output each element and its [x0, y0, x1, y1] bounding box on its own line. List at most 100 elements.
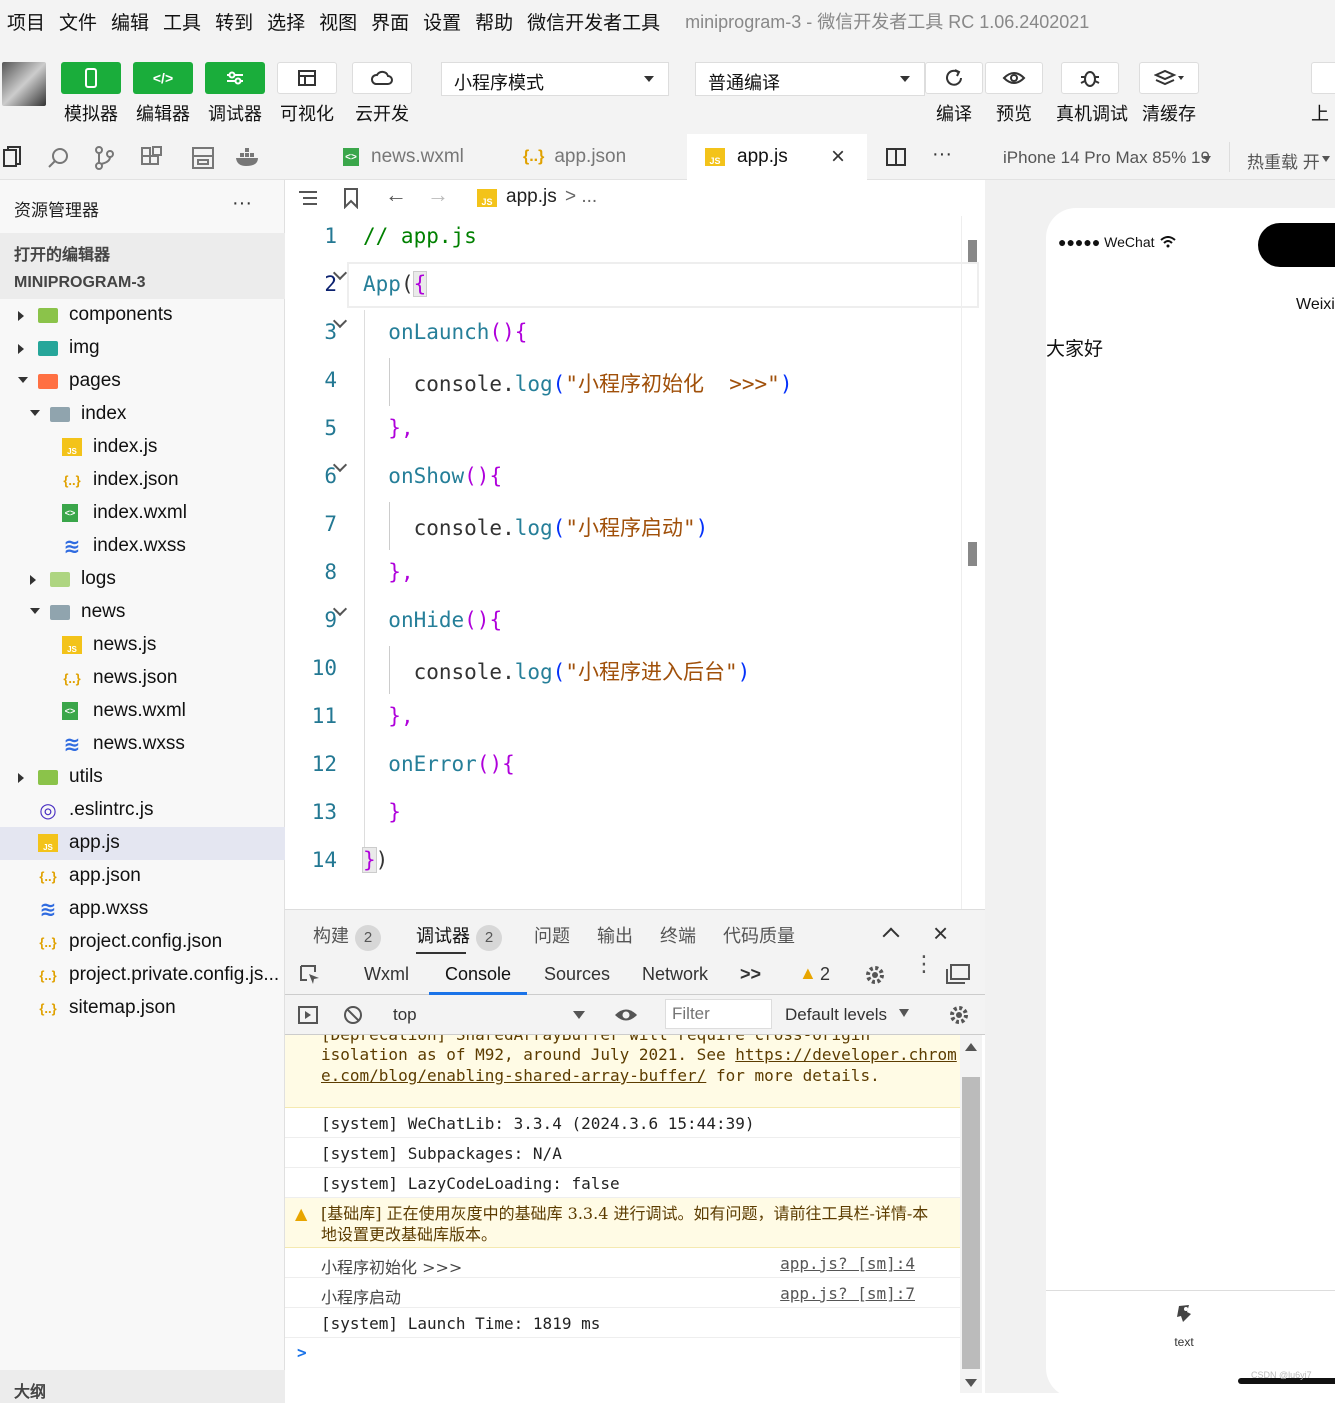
folder-item[interactable]: logs — [0, 563, 285, 596]
scroll-up-icon[interactable] — [965, 1043, 977, 1051]
files-icon[interactable] — [2, 146, 24, 170]
folder-item[interactable]: news — [0, 596, 285, 629]
kebab-menu-icon[interactable]: ⋮ — [913, 953, 935, 975]
file-item[interactable]: ◎ .eslintrc.js — [0, 794, 285, 827]
clear-console-icon[interactable] — [342, 1004, 364, 1026]
file-item[interactable]: {..} project.config.json — [0, 926, 285, 959]
file-item[interactable]: ≋ index.wxss — [0, 530, 285, 563]
file-item[interactable]: ≋ app.wxss — [0, 893, 285, 926]
caret-down-icon[interactable] — [899, 1009, 909, 1017]
log-levels-select[interactable]: Default levels — [785, 1005, 887, 1025]
tab-news-wxml[interactable]: <> news.wxml — [325, 134, 503, 180]
scroll-down-icon[interactable] — [965, 1379, 977, 1387]
open-editors-section[interactable]: 打开的编辑器 — [0, 233, 285, 266]
menu-help[interactable]: 帮助 — [468, 8, 520, 35]
phone-frame[interactable]: ●●●●● WeChat Weixi 大家好 text CSDN @lu6yi7 — [1046, 208, 1335, 1398]
hot-reload-select[interactable]: 热重载 开 — [1247, 148, 1320, 173]
upload-button[interactable] — [1311, 62, 1335, 94]
forward-arrow-icon[interactable]: → — [427, 182, 449, 208]
more-icon[interactable]: ··· — [232, 192, 252, 215]
clear-cache-button[interactable] — [1139, 62, 1199, 94]
sidebar-toggle-icon[interactable] — [297, 1005, 319, 1025]
tab-sources[interactable]: Sources — [544, 964, 610, 985]
tab-app-js[interactable]: JS app.js × — [687, 134, 867, 180]
menu-select[interactable]: 选择 — [260, 8, 312, 35]
menu-devtools[interactable]: 微信开发者工具 — [520, 8, 667, 35]
tab-bar-item[interactable]: text — [1154, 1302, 1214, 1349]
warning-count[interactable]: 2 — [820, 964, 830, 985]
undock-icon[interactable] — [945, 963, 971, 985]
visual-button[interactable] — [277, 62, 337, 94]
debugger-button[interactable] — [205, 62, 265, 94]
tab-network[interactable]: Network — [642, 964, 708, 985]
folder-item[interactable]: utils — [0, 761, 285, 794]
folder-item[interactable]: pages — [0, 365, 285, 398]
editor-button[interactable]: </> — [133, 62, 193, 94]
file-item[interactable]: {..} news.json — [0, 662, 285, 695]
file-item[interactable]: <> index.wxml — [0, 497, 285, 530]
folder-item[interactable]: img — [0, 332, 285, 365]
context-select[interactable]: top — [393, 1005, 417, 1025]
chevron-right-icon[interactable] — [30, 575, 36, 585]
chevron-down-icon[interactable] — [18, 377, 28, 383]
menu-goto[interactable]: 转到 — [208, 8, 260, 35]
file-item[interactable]: {..} index.json — [0, 464, 285, 497]
file-item[interactable]: JS index.js — [0, 431, 285, 464]
chevron-down-icon[interactable] — [30, 608, 40, 614]
console-filter-input[interactable] — [665, 999, 772, 1029]
folder-item[interactable]: index — [0, 398, 285, 431]
file-item[interactable]: {..} project.private.config.js... — [0, 959, 285, 992]
menu-file[interactable]: 文件 — [52, 8, 104, 35]
split-editor-icon[interactable] — [885, 147, 907, 167]
menu-view[interactable]: 视图 — [312, 8, 364, 35]
tab-console[interactable]: Console — [445, 964, 511, 985]
menu-project[interactable]: 项目 — [0, 8, 52, 35]
folder-item[interactable]: components — [0, 299, 285, 332]
file-item[interactable]: JS news.js — [0, 629, 285, 662]
caret-down-icon[interactable] — [573, 1011, 585, 1019]
tab-app-json[interactable]: {..} app.json — [505, 134, 685, 180]
bookmark-icon[interactable] — [343, 187, 359, 209]
chevron-right-icon[interactable] — [18, 773, 24, 783]
console-scrollbar[interactable] — [960, 1035, 982, 1393]
project-section[interactable]: MINIPROGRAM-3 — [0, 266, 285, 299]
tab-build[interactable]: 构建 2 — [313, 922, 381, 951]
inspect-icon[interactable] — [299, 964, 321, 986]
more-icon[interactable]: ··· — [932, 143, 952, 166]
close-icon[interactable]: × — [933, 918, 948, 949]
preview-button[interactable] — [985, 62, 1043, 94]
source-control-icon[interactable] — [93, 146, 115, 170]
compile-select[interactable]: 普通编译 — [695, 62, 925, 96]
close-icon[interactable]: × — [831, 143, 845, 171]
scrollbar-thumb[interactable] — [962, 1077, 980, 1369]
file-item[interactable]: ≋ news.wxss — [0, 728, 285, 761]
chevron-right-icon[interactable] — [18, 311, 24, 321]
extensions-icon[interactable] — [140, 146, 164, 170]
file-item[interactable]: <> news.wxml — [0, 695, 285, 728]
mode-select[interactable]: 小程序模式 — [441, 62, 669, 96]
device-select[interactable]: iPhone 14 Pro Max 85% 19 — [1003, 148, 1210, 168]
code-editor[interactable]: 1 2 3 4 5 6 7 8 9 10 11 12 13 14 // app.js App({ onLa… — [285, 216, 985, 909]
menu-interface[interactable]: 界面 — [364, 8, 416, 35]
chevron-down-icon[interactable] — [30, 410, 40, 416]
console-source-link[interactable]: app.js? [sm]:4 — [780, 1254, 915, 1273]
remote-debug-button[interactable] — [1061, 62, 1119, 94]
search-icon[interactable] — [46, 146, 70, 170]
menu-edit[interactable]: 编辑 — [104, 8, 156, 35]
back-arrow-icon[interactable]: ← — [385, 182, 407, 208]
tab-terminal[interactable]: 终端 — [660, 922, 696, 948]
compile-button[interactable] — [925, 62, 983, 94]
gear-icon[interactable] — [947, 1003, 971, 1027]
simulator-button[interactable] — [61, 62, 121, 94]
chevron-up-icon[interactable] — [882, 927, 900, 945]
breadcrumb-rest[interactable]: > ... — [565, 186, 597, 208]
breadcrumb-file[interactable]: app.js — [506, 186, 557, 208]
storage-icon[interactable] — [191, 146, 215, 170]
avatar[interactable] — [2, 62, 46, 106]
chevron-right-icon[interactable] — [18, 344, 24, 354]
file-item[interactable]: JS app.js — [0, 827, 285, 860]
console-source-link[interactable]: app.js? [sm]:7 — [780, 1284, 915, 1303]
cloud-button[interactable] — [352, 62, 412, 94]
tab-code-quality[interactable]: 代码质量 — [723, 922, 795, 948]
tab-problems[interactable]: 问题 — [534, 922, 570, 948]
